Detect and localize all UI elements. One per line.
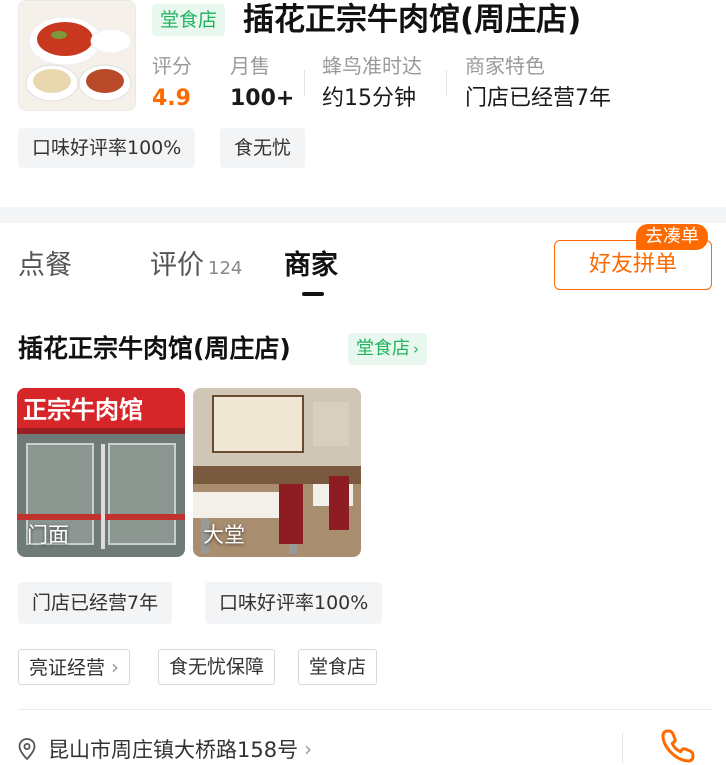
- food-safety-guarantee-tag: 食无忧保障: [158, 649, 276, 685]
- years-open-chip: 门店已经营7年: [18, 582, 173, 624]
- tab-order-label: 点餐: [18, 250, 72, 281]
- tab-order[interactable]: 点餐: [18, 248, 72, 284]
- tab-merchant[interactable]: 商家: [284, 248, 338, 284]
- photo-label: 门面: [27, 523, 69, 547]
- phone-icon[interactable]: [660, 726, 698, 764]
- stat-delivery: 蜂鸟准时达 约15分钟: [322, 52, 422, 114]
- license-tag[interactable]: 亮证经营 ›: [18, 649, 131, 685]
- stat-feature: 商家特色 门店已经营7年: [465, 52, 611, 114]
- dine-in-tag: 堂食店: [152, 4, 226, 36]
- chevron-right-icon: ›: [304, 737, 313, 761]
- tab-reviews-label: 评价: [150, 250, 204, 281]
- merchant-dine-in-tag[interactable]: 堂食店 ›: [348, 333, 427, 365]
- reviews-count: 124: [208, 258, 243, 279]
- stat-divider: [304, 70, 305, 96]
- stat-divider: [446, 70, 447, 96]
- stat-label: 商家特色: [465, 54, 545, 78]
- address-row[interactable]: 昆山市周庄镇大桥路158号 ›: [18, 733, 312, 765]
- active-tab-indicator: [302, 292, 324, 296]
- photo-label: 大堂: [203, 523, 245, 547]
- location-pin-icon: [18, 738, 36, 760]
- hall-photo[interactable]: 大堂: [193, 388, 361, 557]
- taste-rate-chip: 口味好评率100%: [18, 128, 196, 168]
- group-order-badge[interactable]: 去凑单: [636, 224, 708, 250]
- delivery-time-value: 约15分钟: [322, 86, 416, 111]
- rating-value: 4.9: [152, 86, 191, 111]
- feature-value: 门店已经营7年: [465, 86, 611, 111]
- stat-label: 月售: [230, 54, 270, 78]
- address-text: 昆山市周庄镇大桥路158号: [48, 738, 299, 762]
- stat-label: 蜂鸟准时达: [322, 54, 422, 78]
- taste-rate-chip: 口味好评率100%: [205, 582, 383, 624]
- chevron-right-icon: ›: [111, 655, 120, 679]
- chevron-right-icon: ›: [413, 340, 419, 358]
- storefront-sign-text: 正宗牛肉馆: [23, 396, 143, 424]
- monthly-sales-value: 100+: [230, 86, 295, 111]
- stat-label: 评分: [152, 54, 192, 78]
- stat-monthly-sales: 月售 100+: [230, 52, 294, 114]
- tab-reviews[interactable]: 评价 124: [150, 248, 242, 287]
- section-gap: [0, 207, 726, 223]
- food-safety-chip: 食无忧: [220, 128, 306, 168]
- shop-thumbnail[interactable]: [18, 0, 136, 111]
- shop-header: 堂食店 插花正宗牛肉馆(周庄店) 评分 4.9 月售 100+ 蜂鸟准时达 约1…: [0, 0, 726, 207]
- tab-merchant-label: 商家: [284, 250, 338, 281]
- storefront-photo[interactable]: 正宗牛肉馆 门面: [17, 388, 185, 557]
- shop-title: 插花正宗牛肉馆(周庄店): [243, 2, 582, 38]
- license-tag-label: 亮证经营: [29, 657, 106, 679]
- divider: [18, 709, 712, 710]
- stat-rating: 评分 4.9: [152, 52, 192, 114]
- dine-in-outline-tag: 堂食店: [298, 649, 378, 685]
- merchant-name: 插花正宗牛肉馆(周庄店): [18, 334, 291, 363]
- merchant-tag-label: 堂食店: [356, 338, 410, 359]
- vertical-divider: [622, 733, 623, 763]
